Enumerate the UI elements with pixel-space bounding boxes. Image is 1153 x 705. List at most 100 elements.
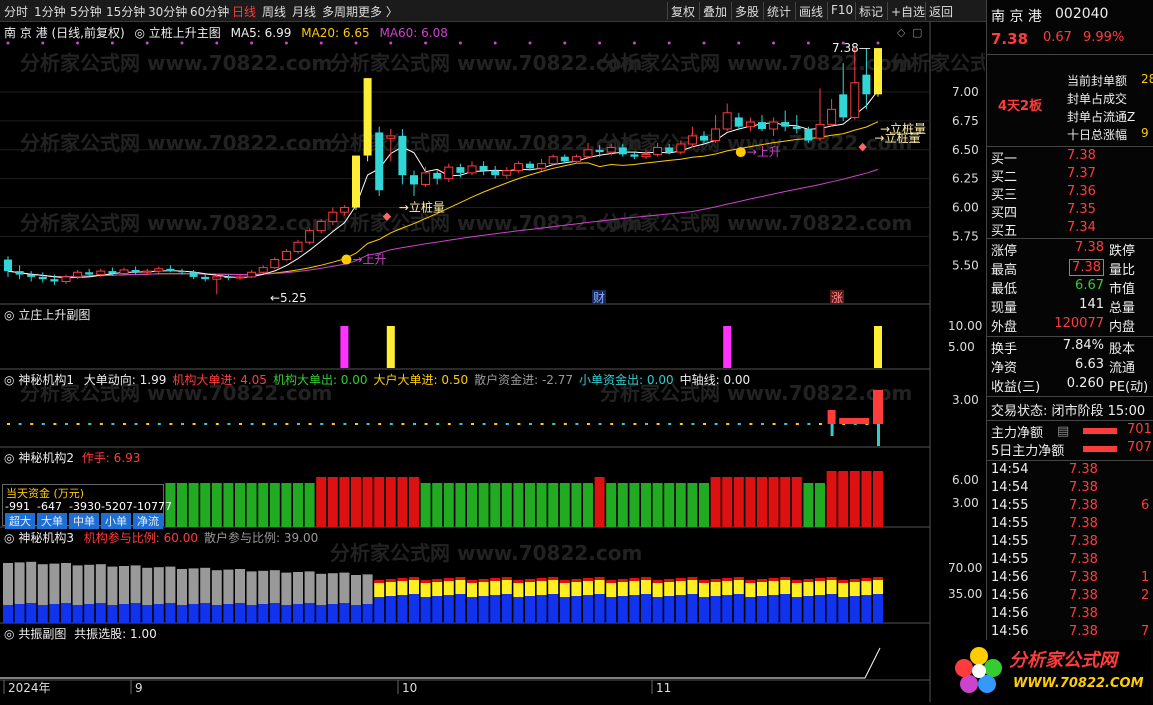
period-tab-7[interactable]: 周线 [262, 3, 286, 20]
vol-bar [432, 483, 443, 527]
toolbar-action-3[interactable]: 统计 [767, 3, 791, 20]
toolbar-action-1[interactable]: 叠加 [703, 3, 727, 20]
candle-body [502, 170, 512, 176]
vol-bar [513, 483, 524, 527]
ratio-bar-top [815, 581, 825, 595]
ratio-bar-blue [594, 594, 605, 623]
ratio-bar-blue [142, 605, 153, 623]
settings-icon[interactable]: ◎ [4, 373, 14, 387]
candle-body [874, 48, 882, 95]
logo-name: 分析家公式网 [1009, 650, 1117, 671]
flow-dot [587, 423, 590, 425]
settings-icon[interactable]: ◎ [4, 627, 14, 641]
tick-time: 14:55 [991, 516, 1029, 531]
candle-body [815, 123, 825, 139]
ratio-bar-blue [165, 603, 176, 623]
period-tab-9[interactable]: 多周期 [322, 3, 358, 20]
ratio-bar-blue [733, 594, 744, 623]
flow-dot [204, 423, 208, 425]
period-tab-3[interactable]: 15分钟 [106, 3, 145, 20]
sub4-tick: 35.00 [948, 587, 982, 601]
seal-label: 封单占流通Z [1067, 110, 1136, 124]
ratio-bar-cap [478, 579, 489, 582]
badge-zhang-text: 涨 [831, 290, 843, 305]
chart-canvas[interactable]: 分析家公式网 www.70822.com 分析家公式网 www.70822.com… [0, 22, 1153, 702]
bid-label: 买五 [991, 224, 1018, 239]
stat-value: 141 [1079, 297, 1104, 312]
period-tab-5[interactable]: 60分钟 [190, 3, 229, 20]
vol-bar [641, 483, 651, 527]
stat-row: 最高 7.38 量比 [987, 259, 1153, 278]
flow-dot [459, 423, 463, 425]
ratio-bar-top [37, 564, 48, 605]
period-tab-10[interactable]: 更多 〉 [358, 3, 398, 20]
vol-bar [501, 483, 512, 527]
price-row: 7.38 0.67 9.99% [987, 30, 1153, 50]
toolbar-action-4[interactable]: 画线 [799, 3, 823, 20]
top-marker-dot [6, 41, 10, 45]
flow-dot [134, 423, 138, 425]
settings-icon[interactable]: ◎ [4, 531, 14, 545]
vol-bar [664, 483, 675, 527]
stat2-row: 换手 7.84% 股本 [987, 338, 1153, 357]
candle-body [769, 121, 779, 130]
period-tab-4[interactable]: 30分钟 [148, 3, 187, 20]
toolbar-action-2[interactable]: 多股 [735, 3, 759, 20]
ratio-bar-blue [200, 603, 211, 623]
flow-dot [645, 423, 648, 425]
candle-body [386, 135, 396, 139]
vol-bar [443, 483, 454, 527]
ratio-bar-top [142, 567, 153, 605]
panel-control-icon[interactable]: ▢ [912, 26, 922, 39]
ratio-bar-cap [513, 580, 524, 583]
toolbar-action-8[interactable]: 返回 [929, 3, 953, 20]
period-tab-1[interactable]: 1分钟 [34, 3, 66, 20]
ratio-bar-blue [362, 604, 373, 623]
vol-bar [745, 477, 756, 527]
info-icon[interactable]: ▤ [1057, 424, 1069, 439]
ratio-bar-cap [710, 579, 721, 582]
toolbar-action-5[interactable]: F10 [831, 3, 853, 17]
ratio-bar-cap [733, 577, 744, 580]
vol-bar [374, 477, 385, 527]
candle-body [328, 211, 338, 222]
ratio-bar-blue [467, 597, 477, 623]
bid-price: 7.36 [1067, 184, 1096, 199]
axis-tick-label: 6.50 [952, 143, 979, 157]
candle-body [491, 170, 500, 176]
diamond-control-icon[interactable]: ◇ [897, 26, 906, 39]
ratio-bar-cap [385, 579, 396, 582]
bid-row: 买一 7.38 [987, 148, 1153, 167]
sub1-tick: 10.00 [948, 319, 982, 333]
price-change: 0.67 [1043, 30, 1072, 45]
last-price: 7.38 [991, 30, 1029, 48]
toolbar-action-0[interactable]: 复权 [671, 3, 695, 20]
vol-bar [594, 477, 605, 527]
toolbar-action-7[interactable]: +自选 [891, 3, 925, 20]
ratio-bar-blue [188, 604, 199, 623]
settings-icon[interactable]: ◎ [4, 451, 14, 465]
tick-time: 14:54 [991, 480, 1029, 495]
limit-box: 4天2板 [990, 70, 1068, 134]
period-tab-0[interactable]: 分时 [4, 3, 28, 20]
watermark-text: 分析家公式网 www.70822.com [20, 51, 332, 75]
ratio-bar-blue [223, 604, 234, 623]
period-tab-6[interactable]: 日线 [232, 3, 256, 20]
ratio-bar-top [107, 566, 118, 605]
chart-area[interactable]: 分析家公式网 www.70822.com 分析家公式网 www.70822.com… [0, 22, 1153, 702]
period-tab-8[interactable]: 月线 [292, 3, 316, 20]
ratio-bar-cap [490, 578, 501, 581]
ratio-bar-cap [641, 577, 651, 580]
period-tab-2[interactable]: 5分钟 [70, 3, 102, 20]
ratio-bar-cap [664, 579, 675, 582]
vol-bar [838, 471, 849, 527]
watermark-text: 分析家公式网 www.70822.com [20, 131, 332, 155]
settings-icon[interactable]: ◎ [4, 308, 14, 322]
toolbar-action-6[interactable]: 标记 [859, 3, 883, 20]
ratio-bar-blue [304, 603, 315, 623]
fund-box-title: 当天资金 (万元) [6, 487, 85, 500]
vol-bar [525, 483, 535, 527]
high-price-label: 7.38— [832, 41, 871, 55]
flow-dot [65, 423, 68, 425]
stat2-row: 净资 6.63 流通 [987, 357, 1153, 376]
